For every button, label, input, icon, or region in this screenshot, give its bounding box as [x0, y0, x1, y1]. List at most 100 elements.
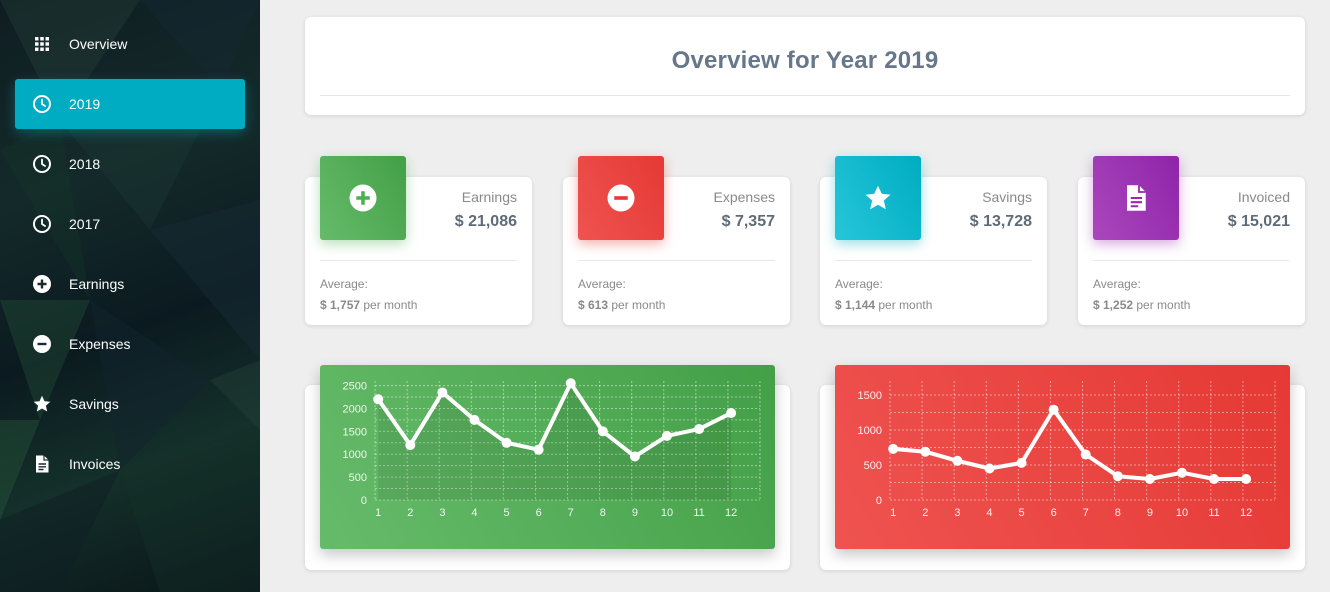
sidebar-item-label: Overview	[69, 36, 128, 52]
stat-label: Earnings	[461, 189, 517, 205]
data-point	[1112, 471, 1123, 482]
y-tick-label: 1500	[343, 426, 367, 438]
grid-icon	[32, 34, 52, 54]
page-title: Overview for Year 2019	[671, 47, 939, 74]
y-tick-label: 500	[349, 472, 367, 484]
series-line	[893, 407, 1247, 481]
sidebar-item-earnings[interactable]: Earnings	[15, 259, 245, 309]
data-point	[1209, 474, 1220, 484]
title-divider	[320, 95, 1290, 96]
stat-average-label: Average:	[835, 277, 883, 291]
sidebar-item-expenses[interactable]: Expenses	[15, 319, 245, 369]
expenses-chart-card: 0 500 1000 1500 1 2 3 4 5 6 7 8 9 10 11 12	[820, 365, 1305, 570]
stat-average-value: $ 1,144 per month	[835, 298, 932, 312]
stat-value: $ 13,728	[969, 213, 1032, 230]
y-tick-label: 0	[876, 495, 882, 507]
plus-circle-icon	[32, 274, 52, 294]
average-amount: $ 1,144	[835, 298, 876, 312]
sidebar-item-label: 2018	[69, 156, 101, 172]
sidebar-item-label: Earnings	[69, 276, 125, 292]
data-point	[1176, 467, 1187, 478]
stat-divider	[835, 260, 1032, 261]
stat-average-value: $ 613 per month	[578, 298, 665, 312]
data-point	[501, 437, 512, 448]
x-tick-label: 11	[693, 507, 704, 519]
clock-icon	[32, 94, 52, 114]
plus-circle-icon	[320, 156, 406, 240]
data-point	[1144, 474, 1155, 484]
clock-icon	[32, 154, 52, 174]
expenses-chart: 0 500 1000 1500 1 2 3 4 5 6 7 8 9 10 11 12	[835, 365, 1290, 549]
earnings-chart-svg: 050010001500200025001 2 3 4 5 6 7 8 9 10 11 12	[343, 378, 761, 519]
x-tick-label: 9	[632, 507, 638, 519]
x-tick-label: 4	[986, 507, 992, 519]
data-point	[597, 426, 608, 437]
sidebar-item-overview[interactable]: Overview	[15, 19, 245, 69]
earnings-chart: 0 500 1000 1500 2000 2500 1 2 3 4 5 6 7 8 9 10 11 12	[320, 365, 775, 549]
y-tick-label: 2500	[343, 381, 367, 393]
data-point	[405, 440, 416, 451]
stat-label: Invoiced	[1237, 189, 1290, 205]
x-tick-label: 6	[1051, 507, 1057, 519]
average-suffix: per month	[360, 298, 418, 312]
x-tick-label: 1	[890, 507, 896, 519]
sidebar-item-label: 2017	[69, 216, 101, 232]
data-point	[1048, 404, 1059, 415]
document-icon	[32, 454, 52, 474]
minus-circle-icon	[578, 156, 664, 240]
data-point	[437, 387, 448, 398]
stat-divider	[1093, 260, 1290, 261]
data-point	[565, 378, 576, 389]
x-tick-label: 4	[471, 507, 477, 519]
stat-average-value: $ 1,757 per month	[320, 298, 417, 312]
x-tick-label: 12	[1240, 507, 1252, 519]
data-point	[1016, 457, 1027, 468]
title-card: Overview for Year 2019	[305, 17, 1305, 115]
average-amount: $ 1,757	[320, 298, 361, 312]
expenses-stat-card: Expenses $ 7,357 Average: $ 613 per month	[563, 156, 790, 325]
x-tick-label: 10	[661, 507, 673, 519]
data-point	[469, 414, 480, 425]
stat-value: $ 7,357	[721, 213, 775, 230]
data-point	[952, 455, 963, 466]
sidebar-item-label: Savings	[69, 396, 119, 412]
sidebar-item-savings[interactable]: Savings	[15, 379, 245, 429]
x-tick-label: 7	[1083, 507, 1089, 519]
sidebar-item-label: Invoices	[69, 456, 121, 472]
x-tick-label: 11	[1208, 507, 1219, 519]
x-tick-label: 3	[439, 507, 445, 519]
clock-icon	[32, 214, 52, 234]
x-tick-label: 10	[1176, 507, 1188, 519]
x-tick-label: 8	[1115, 507, 1121, 519]
x-tick-label: 1	[375, 507, 381, 519]
data-point	[694, 424, 705, 435]
data-point	[533, 444, 544, 455]
average-suffix: per month	[875, 298, 933, 312]
data-point	[920, 446, 931, 457]
y-tick-label: 1500	[858, 390, 882, 402]
x-tick-label: 9	[1147, 507, 1153, 519]
data-point	[661, 430, 672, 441]
x-tick-label: 12	[725, 507, 737, 519]
x-tick-label: 2	[407, 507, 413, 519]
y-tick-label: 500	[864, 460, 882, 472]
sidebar-item-invoices[interactable]: Invoices	[15, 439, 245, 489]
y-tick-label: 2000	[343, 403, 367, 415]
average-amount: $ 1,252	[1093, 298, 1134, 312]
sidebar-item-2019[interactable]: 2019	[15, 79, 245, 129]
stat-average-label: Average:	[578, 277, 626, 291]
sidebar-item-2017[interactable]: 2017	[15, 199, 245, 249]
y-tick-label: 1000	[343, 449, 367, 461]
sidebar-item-label: 2019	[69, 96, 101, 112]
data-point	[629, 451, 640, 462]
sidebar-item-2018[interactable]: 2018	[15, 139, 245, 189]
data-point	[373, 394, 384, 405]
data-point	[984, 463, 995, 474]
invoiced-stat-card: Invoiced $ 15,021 Average: $ 1,252 per mont…	[1078, 156, 1305, 325]
y-tick-label: 1000	[858, 425, 882, 437]
x-tick-label: 2	[922, 507, 928, 519]
series-area	[378, 383, 732, 500]
average-suffix: per month	[608, 298, 666, 312]
savings-stat-card: Savings $ 13,728 Average: $ 1,144 per month	[820, 156, 1047, 325]
stat-value: $ 21,086	[454, 213, 517, 230]
